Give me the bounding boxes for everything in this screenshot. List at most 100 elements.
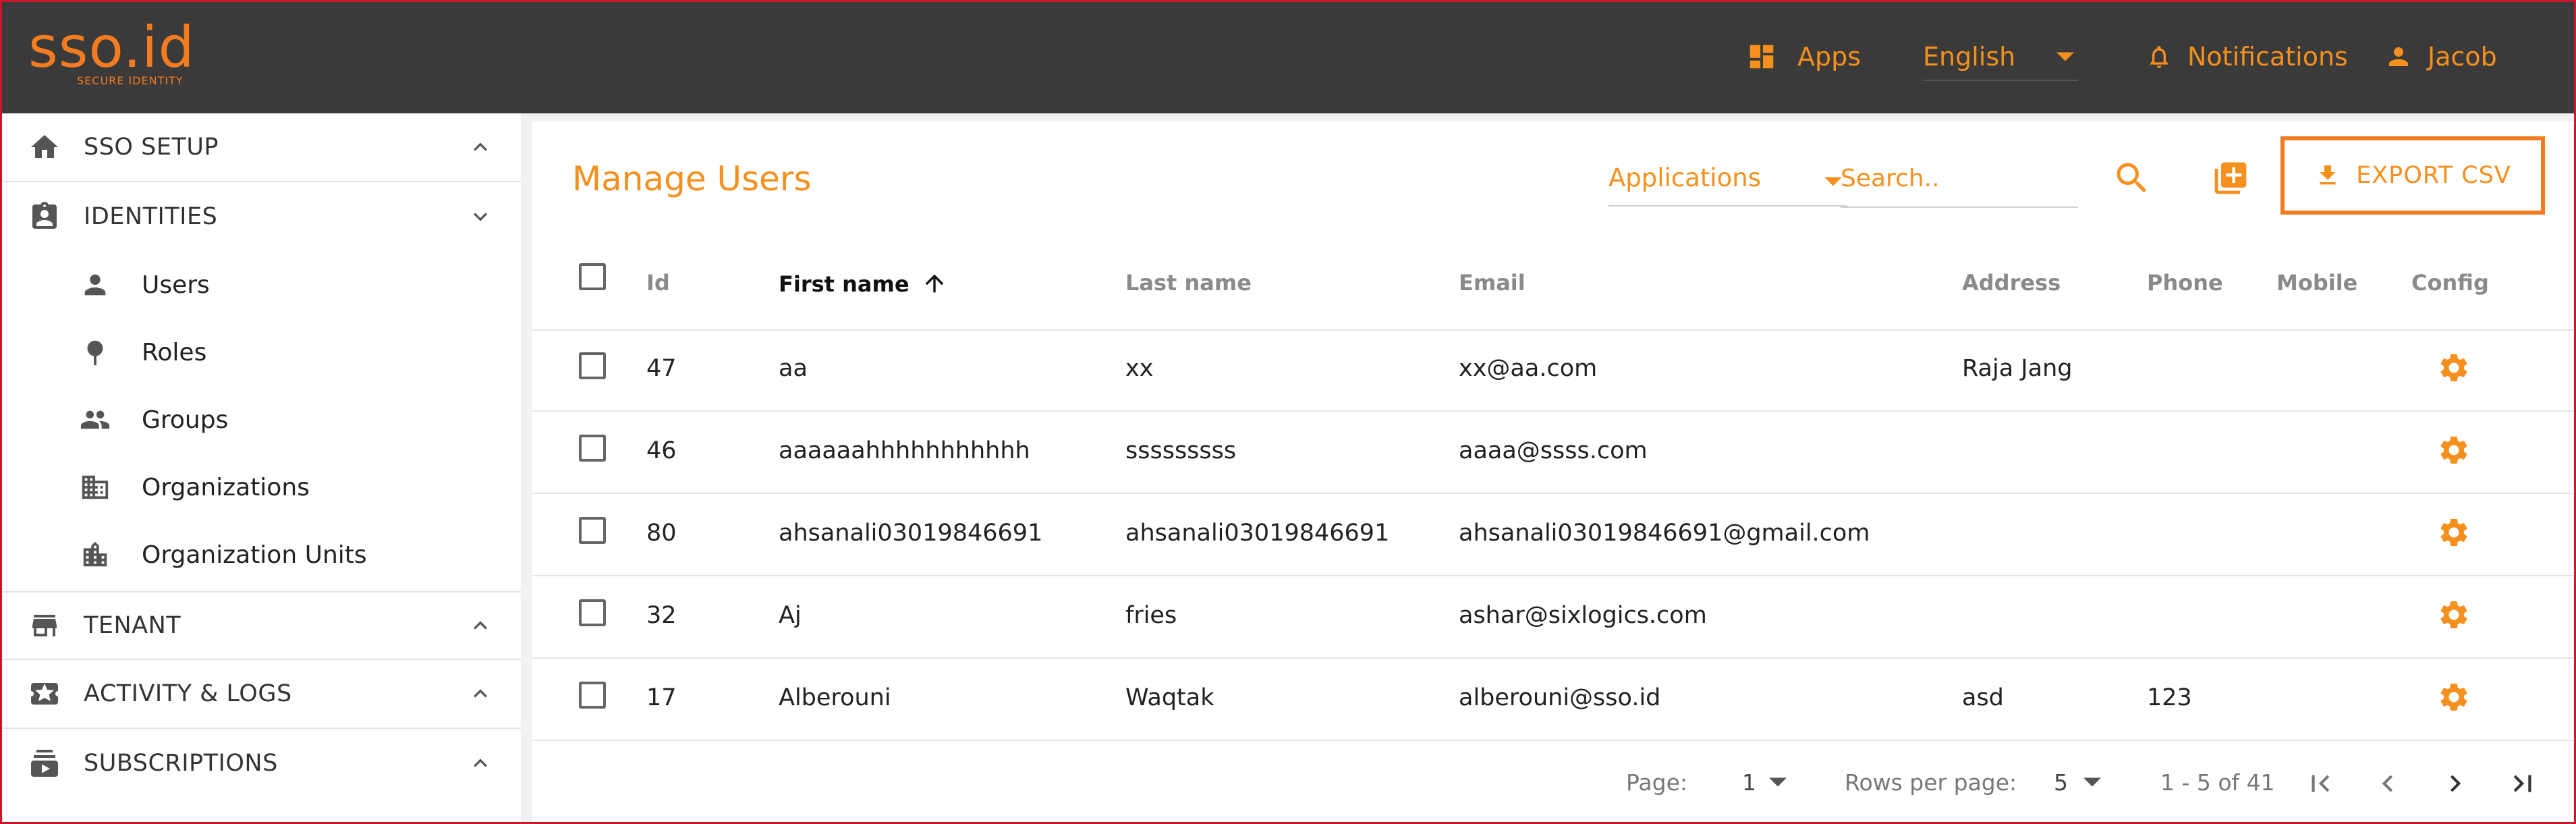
- language-select[interactable]: English: [1923, 0, 2078, 113]
- caret-down-icon[interactable]: [2083, 777, 2101, 787]
- download-icon: [2320, 165, 2336, 185]
- cell-first-name: Alberouni: [779, 684, 891, 711]
- chevron-up-icon: [474, 142, 487, 151]
- sidebar-section-sso-setup[interactable]: SSO SETUP: [3, 113, 521, 182]
- cell-last-name: fries: [1125, 602, 1177, 629]
- cell-id: 47: [646, 355, 677, 382]
- column-header-first-name[interactable]: First name: [779, 270, 948, 297]
- column-header-address[interactable]: Address: [1962, 270, 2061, 296]
- cell-id: 17: [646, 684, 677, 711]
- bell-icon: [2150, 46, 2168, 68]
- logo-text: sso.id: [28, 14, 195, 80]
- cell-first-name: aa: [779, 355, 808, 382]
- caret-down-icon: [2056, 52, 2074, 61]
- row-checkbox[interactable]: [579, 682, 606, 709]
- sidebar-item-label: Groups: [142, 406, 229, 434]
- search-underline: [1841, 207, 2078, 208]
- first-page-icon[interactable]: [2303, 767, 2337, 800]
- caret-down-icon: [1824, 177, 1842, 186]
- cell-first-name: aaaaaahhhhhhhhhhh: [779, 437, 1030, 464]
- row-divider: [532, 493, 2576, 494]
- column-header-email[interactable]: Email: [1459, 270, 1525, 296]
- sidebar-section-identities[interactable]: IDENTITIES: [3, 182, 521, 251]
- search-placeholder: Search..: [1841, 165, 1940, 192]
- gear-icon[interactable]: [2437, 680, 2471, 714]
- sidebar-section-label: IDENTITIES: [84, 203, 218, 230]
- cell-last-name: ahsanali03019846691: [1125, 520, 1390, 547]
- previous-page-icon[interactable]: [2371, 767, 2405, 800]
- row-checkbox[interactable]: [579, 599, 606, 626]
- page-select[interactable]: 1: [1742, 769, 1756, 796]
- apps-button[interactable]: Apps: [1746, 0, 1861, 113]
- sidebar-section-label: SUBSCRIPTIONS: [84, 750, 278, 777]
- sidebar-item-organization-units[interactable]: Organization Units: [3, 521, 521, 588]
- applications-select[interactable]: Applications: [1608, 163, 1847, 207]
- rows-per-page-select[interactable]: 5: [2054, 769, 2068, 796]
- store-icon: [32, 615, 57, 636]
- column-header-last-name[interactable]: Last name: [1125, 270, 1252, 296]
- notifications-button[interactable]: Notifications: [2146, 0, 2348, 113]
- row-checkbox[interactable]: [579, 352, 606, 379]
- sidebar-item-users[interactable]: Users: [3, 251, 521, 319]
- add-user-icon[interactable]: [2212, 159, 2249, 197]
- last-page-icon[interactable]: [2506, 767, 2540, 800]
- cell-id: 46: [646, 437, 677, 464]
- sidebar-section-subscriptions[interactable]: SUBSCRIPTIONS: [3, 729, 521, 798]
- sidebar-section-activity-logs[interactable]: ACTIVITY & LOGS: [3, 660, 521, 729]
- gear-icon[interactable]: [2437, 598, 2471, 632]
- user-menu-button[interactable]: Jacob: [2384, 0, 2497, 113]
- sidebar-section-label: TENANT: [84, 612, 181, 639]
- select-all-checkbox[interactable]: [579, 263, 606, 290]
- next-page-icon[interactable]: [2438, 767, 2472, 800]
- sidebar-item-organizations[interactable]: Organizations: [3, 454, 521, 521]
- cell-last-name: xx: [1125, 355, 1154, 382]
- language-value: English: [1923, 42, 2016, 72]
- export-csv-button[interactable]: EXPORT CSV: [2280, 136, 2545, 215]
- cell-last-name: sssssssss: [1125, 437, 1237, 464]
- gear-icon[interactable]: [2437, 433, 2471, 467]
- pin-icon: [87, 340, 103, 366]
- cell-first-name: ahsanali03019846691: [779, 520, 1043, 547]
- column-header-mobile[interactable]: Mobile: [2276, 270, 2357, 296]
- search-input[interactable]: Search..: [1841, 165, 2078, 208]
- cell-email: alberouni@sso.id: [1459, 684, 1661, 711]
- row-checkbox[interactable]: [579, 435, 606, 462]
- cell-email: ahsanali03019846691@gmail.com: [1459, 520, 1870, 547]
- apps-label: Apps: [1797, 42, 1861, 72]
- cell-email: ashar@sixlogics.com: [1459, 602, 1707, 629]
- cell-address: Raja Jang: [1962, 355, 2073, 382]
- gear-icon[interactable]: [2437, 516, 2471, 549]
- applications-select-value: Applications: [1608, 163, 1762, 192]
- sidebar-section-tenant[interactable]: TENANT: [3, 591, 521, 660]
- pagination-range: 1 - 5 of 41: [2160, 769, 2275, 796]
- cell-phone: 123: [2147, 684, 2192, 711]
- column-header-id[interactable]: Id: [646, 270, 670, 296]
- search-icon[interactable]: [2112, 158, 2152, 198]
- sidebar-item-label: Roles: [142, 338, 207, 366]
- person-icon: [84, 274, 106, 296]
- cell-first-name: Aj: [779, 602, 802, 629]
- applications-underline: [1608, 205, 1847, 207]
- column-header-phone[interactable]: Phone: [2147, 270, 2223, 296]
- home-icon: [31, 135, 58, 158]
- chevron-up-icon: [474, 621, 487, 630]
- sidebar-item-label: Organizations: [142, 473, 310, 501]
- cell-address: asd: [1962, 684, 2004, 711]
- sidebar-item-roles[interactable]: Roles: [3, 319, 521, 386]
- cell-id: 80: [646, 520, 677, 547]
- cell-email: xx@aa.com: [1459, 355, 1598, 382]
- person-icon: [2389, 47, 2408, 66]
- export-csv-label: EXPORT CSV: [2356, 162, 2511, 189]
- sidebar-item-groups[interactable]: Groups: [3, 386, 521, 454]
- user-name: Jacob: [2428, 42, 2497, 72]
- logo[interactable]: sso.id SECURE IDENTITY: [28, 14, 195, 87]
- language-underline: [1923, 80, 2078, 81]
- arrow-up-icon: [925, 274, 943, 293]
- gear-icon[interactable]: [2437, 351, 2471, 385]
- row-checkbox[interactable]: [579, 517, 606, 544]
- caret-down-icon[interactable]: [1769, 777, 1787, 787]
- sidebar: SSO SETUP IDENTITIES Users Roles Groups …: [3, 113, 521, 822]
- column-header-config: Config: [2411, 270, 2489, 296]
- dashboard-icon: [1749, 45, 1774, 69]
- chevron-down-icon: [474, 213, 487, 221]
